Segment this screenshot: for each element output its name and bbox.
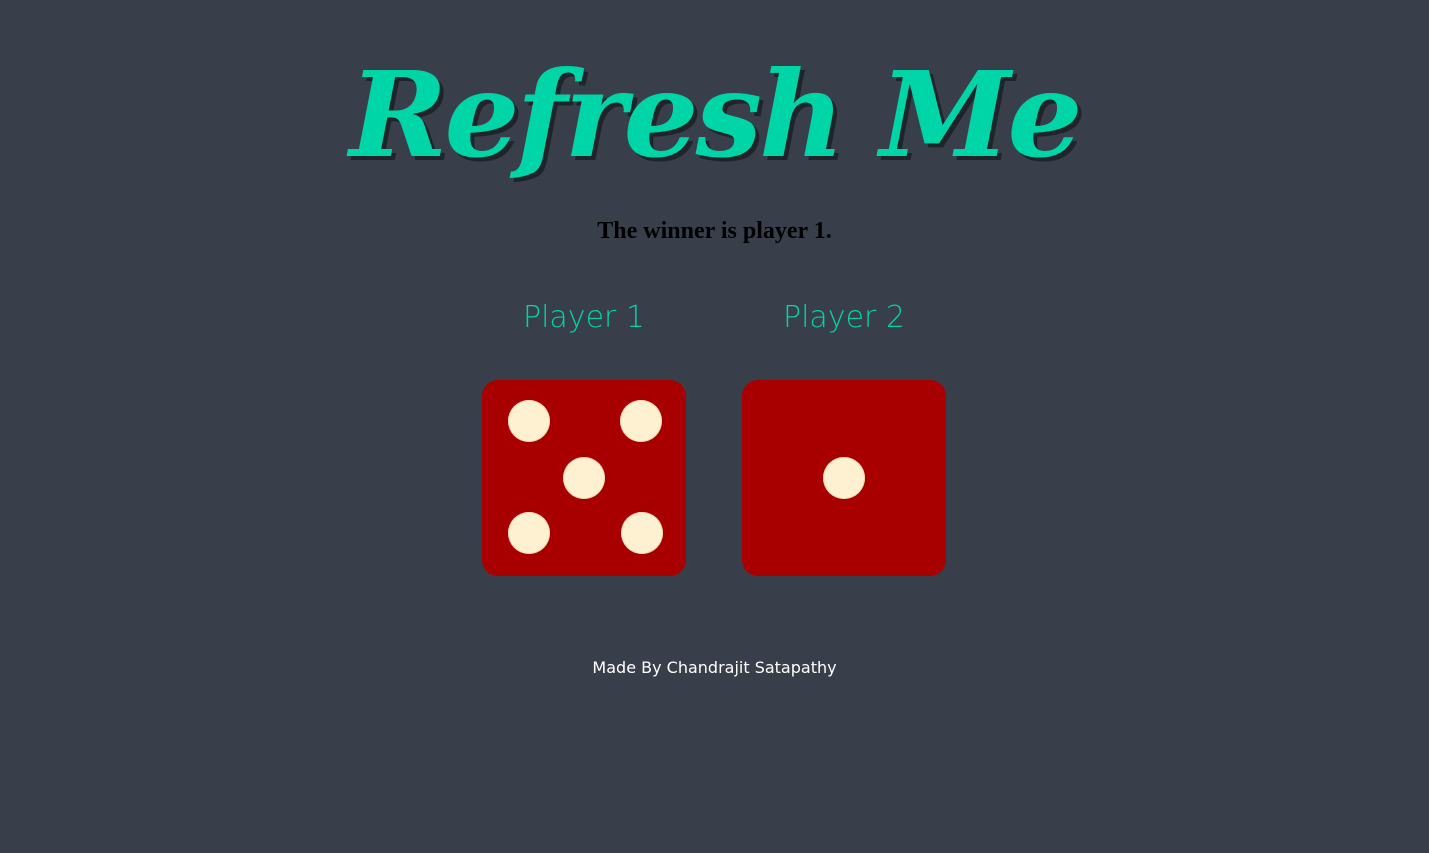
player-1-die: [482, 380, 686, 576]
footer-credit: Made By Chandrajit Satapathy: [592, 658, 837, 677]
winner-message: The winner is player 1.: [597, 218, 832, 244]
die-pip: [621, 512, 663, 554]
die-pip: [620, 400, 662, 442]
player-2-panel: Player 2: [742, 290, 946, 576]
player-2-die: [742, 380, 946, 576]
die-pip: [563, 457, 605, 499]
die-pip: [508, 400, 550, 442]
player-2-label: Player 2: [783, 300, 905, 335]
player-1-label: Player 1: [523, 300, 645, 335]
die-pip: [508, 512, 550, 554]
player-1-panel: Player 1: [482, 290, 686, 576]
die-pip: [823, 457, 865, 499]
page-title: Refresh Me: [349, 45, 1082, 184]
